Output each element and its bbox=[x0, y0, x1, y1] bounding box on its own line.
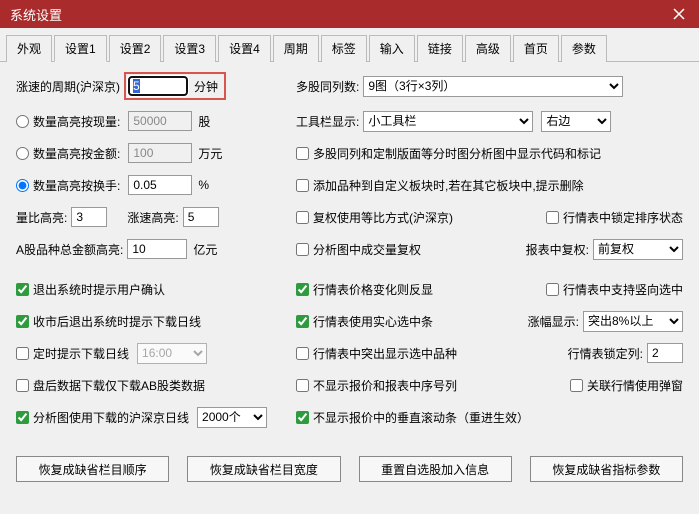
chk-assoc-popup-label: 关联行情使用弹窗 bbox=[587, 377, 683, 394]
chk-use-download[interactable] bbox=[16, 411, 29, 424]
close-icon bbox=[673, 8, 685, 20]
radio-amount[interactable] bbox=[16, 147, 29, 160]
tab-5[interactable]: 周期 bbox=[273, 35, 319, 62]
chk-no-seq-label: 不显示报价和报表中序号列 bbox=[313, 377, 457, 394]
chk-vertical-select-label: 行情表中支持竖向选中 bbox=[563, 281, 683, 298]
chk-add-block-label: 添加品种到自定义板块时,若在其它板块中,提示删除 bbox=[313, 177, 584, 194]
ag-total-unit: 亿元 bbox=[193, 241, 217, 258]
btn-restore-indicator[interactable]: 恢复成缺省指标参数 bbox=[530, 456, 683, 482]
radio-amount-label: 数量高亮按金额: bbox=[33, 145, 120, 162]
speed-period-input[interactable] bbox=[128, 76, 188, 96]
timed-download-select: 16:00 bbox=[137, 343, 207, 364]
tab-bar: 外观设置1设置2设置3设置4周期标签输入链接高级首页参数 bbox=[0, 28, 699, 62]
radio-volume[interactable] bbox=[16, 115, 29, 128]
chk-close-download-label: 收市后退出系统时提示下载日线 bbox=[33, 313, 201, 330]
chk-use-download-label: 分析图使用下载的沪深京日线 bbox=[33, 409, 189, 426]
chk-timed-download[interactable] bbox=[16, 347, 29, 360]
speed-input[interactable] bbox=[183, 207, 219, 227]
speed-period-label: 涨速的周期(沪深京) bbox=[16, 78, 120, 95]
tab-7[interactable]: 输入 bbox=[369, 35, 415, 62]
chk-vol-fq[interactable] bbox=[296, 243, 309, 256]
radio-turnover-label: 数量高亮按换手: bbox=[33, 177, 120, 194]
chk-exit-confirm[interactable] bbox=[16, 283, 29, 296]
zf-label: 涨幅显示: bbox=[528, 313, 579, 330]
chk-lock-sort-label: 行情表中锁定排序状态 bbox=[563, 209, 683, 226]
tab-2[interactable]: 设置2 bbox=[109, 35, 162, 62]
turnover-unit: % bbox=[198, 178, 209, 192]
tab-9[interactable]: 高级 bbox=[465, 35, 511, 62]
chk-timed-download-label: 定时提示下载日线 bbox=[33, 345, 129, 362]
tab-3[interactable]: 设置3 bbox=[163, 35, 216, 62]
tab-0[interactable]: 外观 bbox=[6, 35, 52, 62]
radio-volume-label: 数量高亮按现量: bbox=[33, 113, 120, 130]
speed-period-unit: 分钟 bbox=[194, 78, 218, 95]
lock-col-label: 行情表锁定列: bbox=[568, 345, 643, 362]
tab-1[interactable]: 设置1 bbox=[54, 35, 107, 62]
ag-total-label: A股品种总金额高亮: bbox=[16, 241, 123, 258]
chk-assoc-popup[interactable] bbox=[570, 379, 583, 392]
chk-close-download[interactable] bbox=[16, 315, 29, 328]
close-button[interactable] bbox=[659, 0, 699, 28]
zf-select[interactable]: 突出8%以上 bbox=[583, 311, 683, 332]
highlight-box: 分钟 bbox=[124, 72, 226, 100]
radio-turnover[interactable] bbox=[16, 179, 29, 192]
volume-input bbox=[128, 111, 192, 131]
download-count-select[interactable]: 2000个 bbox=[197, 407, 267, 428]
chk-fq-ratio-label: 复权使用等比方式(沪深京) bbox=[313, 209, 453, 226]
turnover-input[interactable] bbox=[128, 175, 192, 195]
amount-input bbox=[128, 143, 192, 163]
toolbar-show-select[interactable]: 小工具栏 bbox=[363, 111, 533, 132]
tab-11[interactable]: 参数 bbox=[561, 35, 607, 62]
chk-vertical-select[interactable] bbox=[546, 283, 559, 296]
chk-price-reverse-label: 行情表价格变化则反显 bbox=[313, 281, 433, 298]
speed-label: 涨速高亮: bbox=[127, 209, 178, 226]
chk-price-reverse[interactable] bbox=[296, 283, 309, 296]
titlebar: 系统设置 bbox=[0, 0, 699, 28]
volume-unit: 股 bbox=[198, 113, 210, 130]
chk-fq-ratio[interactable] bbox=[296, 211, 309, 224]
toolbar-label: 工具栏显示: bbox=[296, 113, 359, 130]
chk-vol-fq-label: 分析图中成交量复权 bbox=[313, 241, 421, 258]
chk-ab-only-label: 盘后数据下载仅下载AB股类数据 bbox=[33, 377, 205, 394]
button-row: 恢复成缺省栏目顺序 恢复成缺省栏目宽度 重置自选股加入信息 恢复成缺省指标参数 bbox=[16, 456, 683, 482]
multi-stock-select[interactable]: 9图（3行×3列） bbox=[363, 76, 623, 97]
btn-reset-selfstock[interactable]: 重置自选股加入信息 bbox=[359, 456, 512, 482]
chk-no-scroll-label: 不显示报价中的垂直滚动条（重进生效） bbox=[313, 409, 529, 426]
tab-8[interactable]: 链接 bbox=[417, 35, 463, 62]
chk-multi-show[interactable] bbox=[296, 147, 309, 160]
report-fq-label: 报表中复权: bbox=[526, 241, 589, 258]
volratio-input[interactable] bbox=[71, 207, 107, 227]
tab-content: 涨速的周期(沪深京) 分钟 多股同列数: 9图（3行×3列） 数量高亮按现量: … bbox=[0, 62, 699, 500]
tab-10[interactable]: 首页 bbox=[513, 35, 559, 62]
report-fq-select[interactable]: 前复权 bbox=[593, 239, 683, 260]
tab-4[interactable]: 设置4 bbox=[218, 35, 271, 62]
window-title: 系统设置 bbox=[10, 5, 62, 24]
btn-restore-width[interactable]: 恢复成缺省栏目宽度 bbox=[187, 456, 340, 482]
chk-highlight-selected[interactable] bbox=[296, 347, 309, 360]
chk-exit-confirm-label: 退出系统时提示用户确认 bbox=[33, 281, 165, 298]
chk-highlight-selected-label: 行情表中突出显示选中品种 bbox=[313, 345, 457, 362]
lock-col-input[interactable] bbox=[647, 343, 683, 363]
volratio-label: 量比高亮: bbox=[16, 209, 67, 226]
chk-lock-sort[interactable] bbox=[546, 211, 559, 224]
chk-solid-select[interactable] bbox=[296, 315, 309, 328]
chk-add-block[interactable] bbox=[296, 179, 309, 192]
chk-no-seq[interactable] bbox=[296, 379, 309, 392]
chk-no-scroll[interactable] bbox=[296, 411, 309, 424]
toolbar-pos-select[interactable]: 右边 bbox=[541, 111, 611, 132]
chk-ab-only[interactable] bbox=[16, 379, 29, 392]
btn-restore-order[interactable]: 恢复成缺省栏目顺序 bbox=[16, 456, 169, 482]
chk-solid-select-label: 行情表使用实心选中条 bbox=[313, 313, 433, 330]
multi-stock-label: 多股同列数: bbox=[296, 78, 359, 95]
chk-multi-show-label: 多股同列和定制版面等分时图分析图中显示代码和标记 bbox=[313, 145, 601, 162]
tab-6[interactable]: 标签 bbox=[321, 35, 367, 62]
amount-unit: 万元 bbox=[198, 145, 222, 162]
ag-total-input[interactable] bbox=[127, 239, 187, 259]
